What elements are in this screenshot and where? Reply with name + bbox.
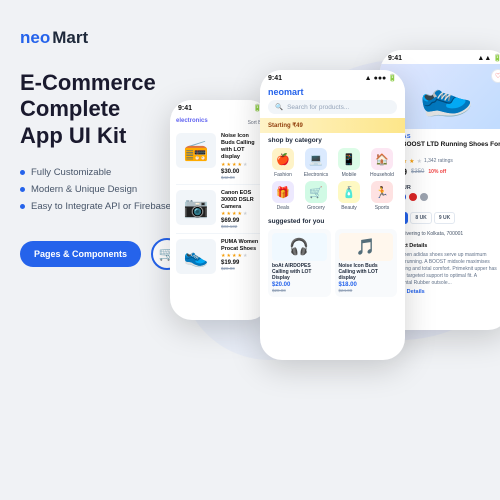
elec-img-3: 👟 (176, 239, 216, 274)
cat-label-sports: Sports (375, 205, 389, 211)
cat-icon-electronics: 💻 (305, 148, 327, 170)
phone-electronics: 9:41 🔋 electronics Sort By 📻 Noise Icon … (170, 100, 270, 320)
status-bar-main: 9:41 ▲ ●●● 🔋 (260, 70, 405, 84)
product-name-2: Noise Icon Buds Calling with LOT display (339, 263, 394, 281)
category-section: shop by category 🍎 Fashion 💻 Electronics… (260, 133, 405, 215)
cat-label-mobile: Mobile (342, 172, 357, 178)
size-9uk[interactable]: 9 UK (434, 212, 455, 224)
cat-icon-fashion: 🍎 (272, 148, 294, 170)
elec-stars-2: ★★★★★ (221, 211, 264, 217)
category-sports[interactable]: 🏃 Sports (367, 181, 397, 211)
status-bar-detail: 9:41 ▲▲ 🔋 (380, 50, 500, 64)
elec-name-2: Canon EOS 3000D DSLR Camera (221, 190, 264, 211)
feature-1: Fully Customizable (20, 167, 190, 178)
phones-area: 9:41 ▲ ●●● 🔋 neomart 🔍 Search for produc… (170, 20, 500, 490)
product-card-1[interactable]: 🎧 boAt AIRDOPES Calling with LOT Display… (268, 229, 331, 297)
cat-label-beauty: Beauty (341, 205, 357, 211)
feature-dot-3 (20, 204, 25, 209)
headline: E-Commerce Complete App UI Kit (20, 70, 190, 149)
headline-line3: App UI Kit (20, 123, 190, 149)
category-electronics[interactable]: 💻 Electronics (301, 148, 331, 178)
product-old-price-1: $28.00 (272, 288, 327, 293)
category-beauty[interactable]: 🧴 Beauty (334, 181, 364, 211)
elec-stars-3: ★★★★★ (221, 253, 264, 259)
search-icon: 🔍 (275, 103, 283, 111)
category-grocery[interactable]: 🛒 Grocery (301, 181, 331, 211)
star-5: ★ (417, 158, 422, 165)
electronics-products: 📻 Noise Icon Buds Calling with LOT displ… (170, 129, 270, 287)
product-name-1: boAt AIRDOPES Calling with LOT Display (272, 263, 327, 281)
shoe-emoji: 👟 (413, 66, 476, 127)
cat-icon-household: 🏠 (371, 148, 393, 170)
elec-img-2: 📷 (176, 190, 216, 225)
cat-label-grocery: Grocery (307, 205, 325, 211)
elec-stars-1: ★★★★★ (221, 162, 264, 168)
star-4: ★ (409, 158, 414, 165)
rating-count: 1,342 ratings (424, 158, 453, 164)
category-grid: 🍎 Fashion 💻 Electronics 📱 Mobile 🏠 House… (268, 148, 397, 211)
cat-label-fashion: Fashion (274, 172, 292, 178)
feature-dot-1 (20, 170, 25, 175)
category-deals[interactable]: 🎁 Deals (268, 181, 298, 211)
elec-old-1: $42.00 (221, 175, 264, 180)
feature-dot-2 (20, 187, 25, 192)
suggested-grid: 🎧 boAt AIRDOPES Calling with LOT Display… (268, 229, 397, 297)
cat-icon-grocery: 🛒 (305, 181, 327, 203)
elec-name-3: PUMA Women Procat Shoes (221, 239, 264, 253)
product-img-2: 🎵 (339, 233, 394, 261)
elec-product-3[interactable]: 👟 PUMA Women Procat Shoes ★★★★★ $19.99 $… (176, 239, 264, 278)
phone-main: 9:41 ▲ ●●● 🔋 neomart 🔍 Search for produc… (260, 70, 405, 360)
elec-name-1: Noise Icon Buds Calling with LOT display (221, 133, 264, 162)
elec-old-2: $83.132 (221, 224, 264, 229)
cat-icon-sports: 🏃 (371, 181, 393, 203)
features-list: Fully Customizable Modern & Unique Desig… (20, 167, 190, 212)
category-household[interactable]: 🏠 Household (367, 148, 397, 178)
elec-product-2[interactable]: 📷 Canon EOS 3000D DSLR Camera ★★★★★ $69.… (176, 190, 264, 234)
wishlist-button[interactable]: ♡ (491, 69, 500, 83)
cat-label-household: Household (370, 172, 394, 178)
headline-line1: E-Commerce (20, 70, 190, 96)
electronics-tag: electronics (176, 118, 208, 124)
category-mobile[interactable]: 📱 Mobile (334, 148, 364, 178)
feature-2: Modern & Unique Design (20, 184, 190, 195)
suggested-label: suggested for you (268, 218, 397, 225)
size-8uk[interactable]: 8 UK (410, 212, 431, 224)
deliver-text: delivering to Kolkata, 700001 (399, 231, 464, 237)
phone-brand: neomart (268, 87, 397, 97)
color-gray[interactable] (420, 193, 428, 201)
cat-icon-beauty: 🧴 (338, 181, 360, 203)
cat-label-electronics: Electronics (304, 172, 328, 178)
cta-row: Pages & Components 🛒 (20, 238, 190, 270)
status-bar-elec: 9:41 🔋 (170, 100, 270, 114)
old-price: $350 (411, 169, 424, 175)
product-old-price-2: $24.00 (339, 288, 394, 293)
elec-header: electronics Sort By (170, 114, 270, 129)
discount-badge: 10% off (428, 169, 446, 175)
feature-3: Easy to Integrate API or Firebase (20, 201, 190, 212)
category-fashion[interactable]: 🍎 Fashion (268, 148, 298, 178)
color-red[interactable] (409, 193, 417, 201)
phone-main-header: neomart 🔍 Search for products... (260, 84, 405, 118)
headline-line2: Complete (20, 96, 190, 122)
elec-info-1: Noise Icon Buds Calling with LOT display… (221, 133, 264, 180)
suggested-section: suggested for you 🎧 boAt AIRDOPES Callin… (260, 215, 405, 300)
brand-logo: neo Mart (20, 28, 190, 48)
cat-label-deals: Deals (277, 205, 290, 211)
elec-old-3: $28.00 (221, 266, 264, 271)
product-card-2[interactable]: 🎵 Noise Icon Buds Calling with LOT displ… (335, 229, 398, 297)
elec-img-1: 📻 (176, 133, 216, 168)
elec-info-3: PUMA Women Procat Shoes ★★★★★ $19.99 $28… (221, 239, 264, 274)
cat-icon-mobile: 📱 (338, 148, 360, 170)
brand-mart: Mart (52, 28, 88, 48)
brand-neo: neo (20, 28, 50, 48)
banner-strip: Starting ₹49 (260, 118, 405, 133)
status-icons: ▲ ●●● 🔋 (365, 74, 397, 82)
product-img-1: 🎧 (272, 233, 327, 261)
elec-product-1[interactable]: 📻 Noise Icon Buds Calling with LOT displ… (176, 133, 264, 185)
elec-info-2: Canon EOS 3000D DSLR Camera ★★★★★ $69.99… (221, 190, 264, 229)
cta-button[interactable]: Pages & Components (20, 241, 141, 267)
cat-icon-deals: 🎁 (272, 181, 294, 203)
search-bar[interactable]: 🔍 Search for products... (268, 100, 397, 114)
shop-by-label: shop by category (268, 137, 397, 144)
